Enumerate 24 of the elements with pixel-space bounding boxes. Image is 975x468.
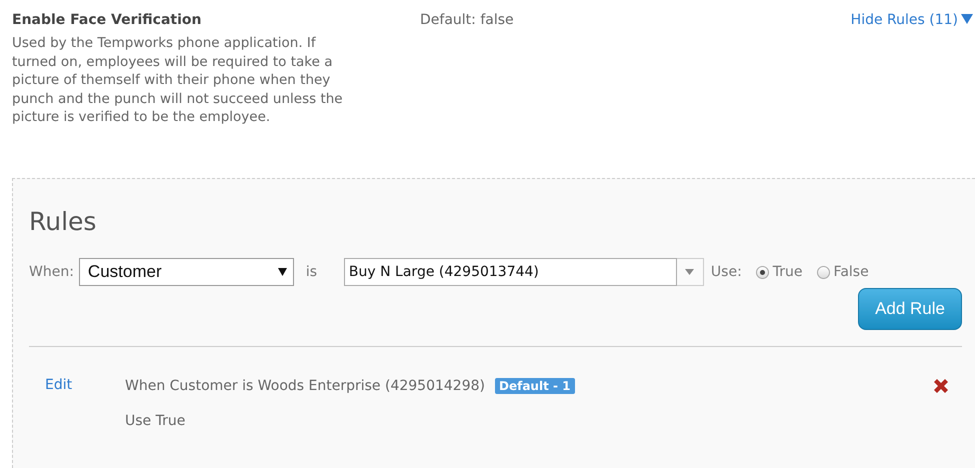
field-select[interactable]: Customer	[78, 258, 294, 286]
caret-icon	[685, 269, 694, 275]
rules-heading: Rules	[29, 207, 98, 236]
caret-icon	[278, 268, 287, 276]
is-label: is	[306, 264, 318, 280]
add-rule-button[interactable]: Add Rule	[858, 288, 962, 330]
setting-title: Enable Face Verification	[12, 12, 202, 28]
default-value: Default: false	[420, 12, 515, 30]
use-label: Use:	[710, 264, 742, 280]
delete-icon[interactable]	[932, 377, 950, 395]
rule-condition: When Customer is Woods Enterprise (4295014298)	[125, 378, 485, 394]
radio-option[interactable]: False	[816, 264, 869, 280]
radio-option[interactable]: True	[756, 264, 803, 280]
dropdown-button[interactable]	[676, 258, 704, 286]
when-label: When:	[29, 264, 74, 280]
rule-use-value: Use True	[125, 413, 186, 429]
caret-icon	[961, 14, 973, 24]
setting-description: Used by the Tempworks phone application. If turned on, employees will be required to take a picture of themself with their phone when they punch and the punch will not succeed unless the picture is verified to be the employee.	[12, 34, 344, 127]
edit-link[interactable]: Edit	[45, 377, 125, 395]
radio-button[interactable]	[816, 266, 830, 278]
radio-button[interactable]	[756, 266, 769, 278]
rule-badge: Default - 1	[495, 378, 574, 394]
value-field[interactable]: Buy N Large (4295013744)	[344, 258, 677, 286]
hide-rules-link[interactable]: Hide Rules (11)	[850, 12, 973, 178]
